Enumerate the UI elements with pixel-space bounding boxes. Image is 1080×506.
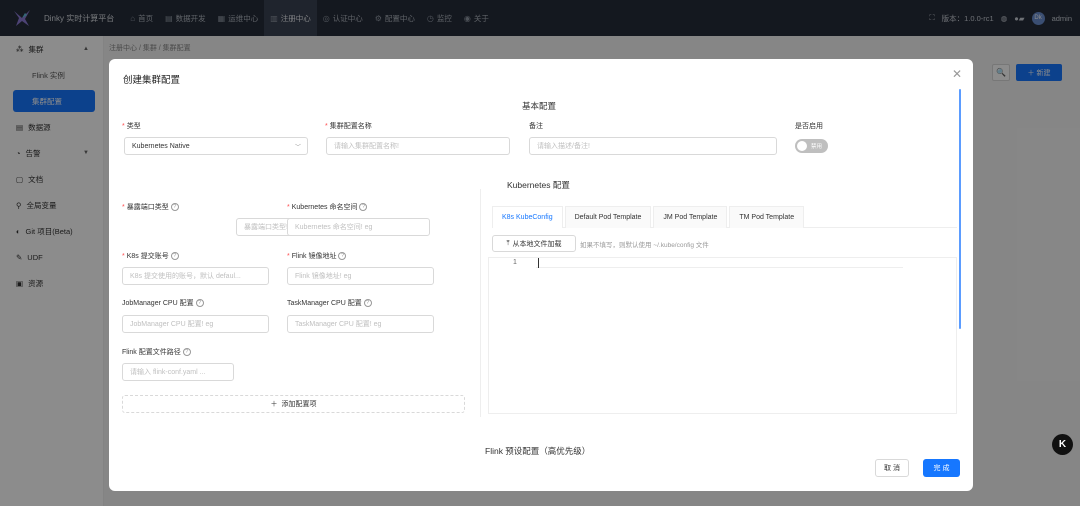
field-label-text: Kubernetes 命名空间 [291,204,358,211]
chevron-down-icon: ﹀ [294,144,301,151]
help-icon: ? [363,299,372,308]
tab-2[interactable]: JM Pod Template [653,206,728,228]
kubeconfig-editor[interactable]: 1 [488,257,957,414]
upload-icon: ⤒ [506,239,510,247]
name-label: * 集群配置名称 [325,123,372,130]
field-label-text: 暴露端口类型 [126,204,169,211]
field-label-text: TaskManager CPU 配置 [287,300,362,307]
help-icon: ? [170,203,179,212]
finish-button[interactable]: 完 成 [923,459,960,477]
help-icon: ? [170,252,179,261]
enabled-label: 是否启用 [795,123,823,130]
field-label-text: JobManager CPU 配置 [122,300,194,307]
modal-title: 创建集群配置 [123,75,181,86]
field-label-text: Flink 镜像地址 [291,253,337,260]
current-line-highlight [536,258,903,268]
switch-knob [797,141,807,151]
field-placeholder: K8s 提交使用的账号，默认 defaul... [130,273,241,280]
field-label-4: JobManager CPU 配置? [122,298,204,308]
k8s-config-title: Kubernetes 配置 [507,180,570,190]
field-input-3[interactable]: Flink 镜像地址! eg [287,267,434,285]
field-input-2[interactable]: K8s 提交使用的账号，默认 defaul... [122,267,269,285]
floating-helper-icon[interactable]: K [1052,434,1073,455]
load-local-file-button[interactable]: ⤒ 从本地文件加载 [492,235,576,252]
flink-preset-config-title: Flink 预设配置（高优先级） [485,446,591,456]
field-placeholder: 请输入 flink-conf.yaml ... [130,369,206,376]
text-cursor [538,258,539,268]
help-icon: ? [338,252,347,261]
load-local-file-label: 从本地文件加载 [512,240,562,248]
note-label: 备注 [529,123,543,130]
help-icon: ? [195,299,204,308]
app-root: Dinky 实时计算平台 ⌂ 首页 ▤ 数据开发 ▦ 运维中心 ▥ 注册中心 ◎ 认证中心 ⚙ 配置中… [0,0,1080,506]
field-label-0: * 暴露端口类型? [122,202,179,212]
add-config-item-label: 添加配置项 [281,401,317,408]
field-placeholder: Flink 镜像地址! eg [295,273,352,280]
plus-icon: ＋ [270,401,278,408]
field-placeholder: TaskManager CPU 配置! eg [295,321,382,328]
field-input-6[interactable]: 请输入 flink-conf.yaml ... [122,363,234,381]
upload-hint: 如果不填写，则默认使用 ~/.kube/config 文件 [580,242,709,249]
basic-config-title: 基本配置 [522,101,557,111]
field-label-3: * Flink 镜像地址? [287,251,347,261]
column-divider [480,189,481,417]
field-label-5: TaskManager CPU 配置? [287,298,372,308]
k8s-tabs: K8s KubeConfig Default Pod Template JM Pod… [492,206,957,228]
name-input[interactable]: 请输入集群配置名称! [326,137,510,155]
field-placeholder: JobManager CPU 配置! eg [130,321,214,328]
switch-text: 禁用 [810,144,822,150]
line-number: 1 [513,259,517,266]
add-config-item-button[interactable]: ＋添加配置项 [122,395,465,413]
cancel-button[interactable]: 取 消 [875,459,909,477]
field-label-2: * K8s 提交账号? [122,251,179,261]
help-icon: ? [359,203,368,212]
create-cluster-config-modal: 创建集群配置 ✕ 基本配置 * 类型 Kubernetes Native ﹀ * 集群… [109,59,973,491]
help-icon: ? [182,348,191,357]
tab-1[interactable]: Default Pod Template [564,206,652,228]
enabled-switch[interactable]: 禁用 [795,139,828,153]
field-label-1: * Kubernetes 命名空间? [287,202,368,212]
field-input-1[interactable]: Kubernetes 命名空间! eg [287,218,430,236]
field-input-5[interactable]: TaskManager CPU 配置! eg [287,315,434,333]
tab-0[interactable]: K8s KubeConfig [492,206,563,228]
field-label-6: Flink 配置文件路径? [122,347,191,357]
tab-3[interactable]: TM Pod Template [729,206,805,228]
type-select[interactable]: Kubernetes Native ﹀ [124,137,308,155]
field-input-4[interactable]: JobManager CPU 配置! eg [122,315,269,333]
modal-scrollbar[interactable] [959,89,961,329]
field-label-text: Flink 配置文件路径 [122,349,181,356]
type-label: * 类型 [122,123,141,130]
close-icon[interactable]: ✕ [952,67,962,81]
field-label-text: K8s 提交账号 [126,253,169,260]
field-placeholder: Kubernetes 命名空间! eg [295,224,373,231]
note-input[interactable]: 请输入描述/备注! [529,137,777,155]
